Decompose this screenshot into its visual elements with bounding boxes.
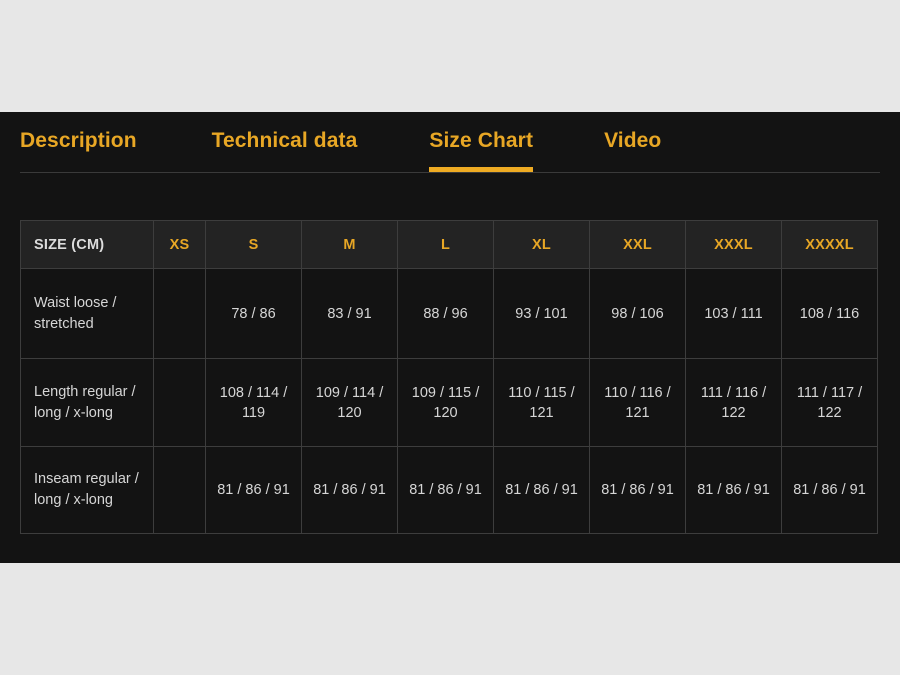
cell-length-xl: 110 / 115 / 121: [493, 358, 590, 447]
table-header-row: SIZE (CM) XS S M L XL XXL XXXL XXXXL: [20, 220, 878, 269]
cell-length-xxxxl: 111 / 117 / 122: [781, 358, 878, 447]
tab-video[interactable]: Video: [604, 122, 661, 151]
tab-technical-data[interactable]: Technical data: [212, 122, 358, 151]
cell-length-m: 109 / 114 / 120: [301, 358, 398, 447]
tab-video-label: Video: [604, 129, 662, 152]
table-row: Waist loose / stretched 78 / 86 83 / 91 …: [20, 268, 878, 359]
row-label-length: Length regular / long / x-long: [20, 358, 154, 447]
product-tabs: Description Technical data Size Chart Vi…: [20, 122, 880, 184]
tab-size-chart[interactable]: Size Chart: [429, 122, 534, 172]
cell-waist-xxxxl: 108 / 116: [781, 268, 878, 359]
tab-description[interactable]: Description: [20, 122, 137, 151]
cell-waist-m: 83 / 91: [301, 268, 398, 359]
column-header-l: L: [397, 220, 494, 269]
cell-waist-xxl: 98 / 106: [589, 268, 686, 359]
tab-size-chart-label: Size Chart: [429, 129, 534, 152]
column-header-m: M: [301, 220, 398, 269]
column-header-xl: XL: [493, 220, 590, 269]
cell-inseam-s: 81 / 86 / 91: [205, 446, 302, 534]
cell-length-xxl: 110 / 116 / 121: [589, 358, 686, 447]
size-chart-body: Waist loose / stretched 78 / 86 83 / 91 …: [20, 268, 878, 534]
page-root: Description Technical data Size Chart Vi…: [0, 0, 900, 675]
cell-waist-l: 88 / 96: [397, 268, 494, 359]
cell-length-s: 108 / 114 / 119: [205, 358, 302, 447]
cell-inseam-m: 81 / 86 / 91: [301, 446, 398, 534]
column-header-size-cm: SIZE (CM): [20, 220, 154, 269]
column-header-s: S: [205, 220, 302, 269]
row-label-inseam: Inseam regular / long / x-long: [20, 446, 154, 534]
cell-inseam-xxl: 81 / 86 / 91: [589, 446, 686, 534]
product-details-panel: Description Technical data Size Chart Vi…: [0, 112, 900, 563]
cell-inseam-xxxl: 81 / 86 / 91: [685, 446, 782, 534]
size-chart-head: SIZE (CM) XS S M L XL XXL XXXL XXXXL: [20, 220, 878, 269]
column-header-xxxl: XXXL: [685, 220, 782, 269]
table-row: Length regular / long / x-long 108 / 114…: [20, 358, 878, 447]
cell-waist-xxxl: 103 / 111: [685, 268, 782, 359]
cell-length-xs: [153, 358, 206, 447]
tab-list: Description Technical data Size Chart Vi…: [20, 122, 880, 172]
cell-length-xxxl: 111 / 116 / 122: [685, 358, 782, 447]
cell-waist-xl: 93 / 101: [493, 268, 590, 359]
size-chart-table: SIZE (CM) XS S M L XL XXL XXXL XXXXL Wai…: [20, 220, 878, 534]
column-header-xxl: XXL: [589, 220, 686, 269]
tab-technical-data-label: Technical data: [211, 129, 358, 152]
cell-length-l: 109 / 115 / 120: [397, 358, 494, 447]
row-label-waist: Waist loose / stretched: [20, 268, 154, 359]
tab-description-label: Description: [20, 129, 137, 152]
tab-divider: [20, 172, 880, 173]
cell-inseam-l: 81 / 86 / 91: [397, 446, 494, 534]
cell-waist-s: 78 / 86: [205, 268, 302, 359]
column-header-xxxxl: XXXXL: [781, 220, 878, 269]
size-chart-container: SIZE (CM) XS S M L XL XXL XXXL XXXXL Wai…: [20, 220, 878, 534]
column-header-xs: XS: [153, 220, 206, 269]
table-row: Inseam regular / long / x-long 81 / 86 /…: [20, 446, 878, 534]
cell-inseam-xs: [153, 446, 206, 534]
cell-waist-xs: [153, 268, 206, 359]
cell-inseam-xxxxl: 81 / 86 / 91: [781, 446, 878, 534]
cell-inseam-xl: 81 / 86 / 91: [493, 446, 590, 534]
